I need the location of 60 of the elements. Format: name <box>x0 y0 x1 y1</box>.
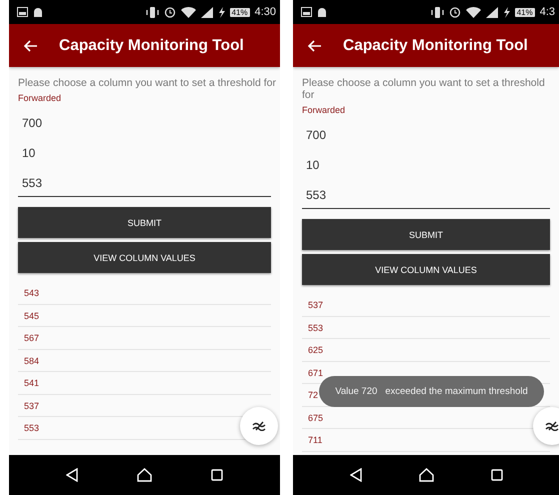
battery-level: 41% <box>230 8 250 16</box>
column-value[interactable]: 625 <box>308 344 324 356</box>
android-icon <box>33 6 43 18</box>
image-icon <box>17 7 28 17</box>
signal-icon <box>486 6 498 18</box>
input-field[interactable]: 700 <box>18 113 271 143</box>
recents-icon[interactable] <box>490 469 502 481</box>
input-field[interactable]: 10 <box>302 155 550 185</box>
recents-icon[interactable] <box>210 469 223 481</box>
app-title: Capacity Monitoring Tool <box>59 36 244 54</box>
home-icon[interactable] <box>418 468 434 482</box>
column-value[interactable]: 543 <box>24 287 40 299</box>
battery-level: 41% <box>514 8 535 16</box>
alarm-icon <box>448 6 461 18</box>
clock-time: 4:3 <box>540 6 555 18</box>
column-value[interactable]: 675 <box>308 412 324 424</box>
column-value[interactable]: 537 <box>308 299 324 311</box>
alarm-icon <box>164 6 176 18</box>
action-button[interactable]: SUBMIT <box>18 207 271 238</box>
column-value[interactable]: 537 <box>24 400 40 412</box>
trend-icon <box>252 421 266 431</box>
threshold-toast: Value 720 exceeded the maximum threshold <box>319 376 544 407</box>
clock-time: 4:30 <box>254 6 276 18</box>
wifi-icon <box>466 6 481 18</box>
trend-icon <box>545 421 559 431</box>
chart-button[interactable] <box>240 407 278 445</box>
instruction-text: Please choose a column you want to set a threshold for <box>302 77 546 101</box>
column-value[interactable]: 545 <box>24 310 40 322</box>
action-button[interactable]: SUBMIT <box>302 219 550 250</box>
vibrate-icon <box>146 6 159 18</box>
input-field[interactable]: 553 <box>302 185 550 209</box>
instruction-text: Please choose a column you want to set a threshold for <box>18 77 277 89</box>
signal-icon <box>200 6 213 18</box>
back-arrow-icon[interactable] <box>307 40 321 52</box>
column-value[interactable]: 711 <box>308 434 322 446</box>
image-icon <box>301 7 312 17</box>
action-button[interactable]: VIEW COLUMN VALUES <box>18 242 271 273</box>
charging-icon <box>218 6 225 18</box>
column-value[interactable]: 671 <box>308 366 324 378</box>
back-arrow-icon[interactable] <box>23 40 37 52</box>
input-field[interactable]: 700 <box>302 125 550 155</box>
column-name[interactable]: Forwarded <box>18 93 62 103</box>
app-title: Capacity Monitoring Tool <box>343 36 528 54</box>
home-icon[interactable] <box>136 468 152 482</box>
column-value[interactable]: 553 <box>308 322 324 334</box>
input-field[interactable]: 10 <box>18 143 271 173</box>
vibrate-icon <box>430 6 444 18</box>
column-name[interactable]: Forwarded <box>302 105 346 115</box>
wifi-icon <box>180 6 196 18</box>
action-button[interactable]: VIEW COLUMN VALUES <box>302 254 550 285</box>
input-field[interactable]: 553 <box>18 173 271 197</box>
charging-icon <box>502 6 510 18</box>
column-value[interactable]: 72 <box>308 389 318 401</box>
back-icon[interactable] <box>350 468 362 482</box>
column-value[interactable]: 553 <box>24 422 40 434</box>
column-value[interactable]: 567 <box>24 332 40 344</box>
back-icon[interactable] <box>66 468 78 482</box>
android-icon <box>317 6 327 18</box>
column-value[interactable]: 584 <box>24 354 40 366</box>
column-value[interactable]: 541 <box>24 377 40 389</box>
